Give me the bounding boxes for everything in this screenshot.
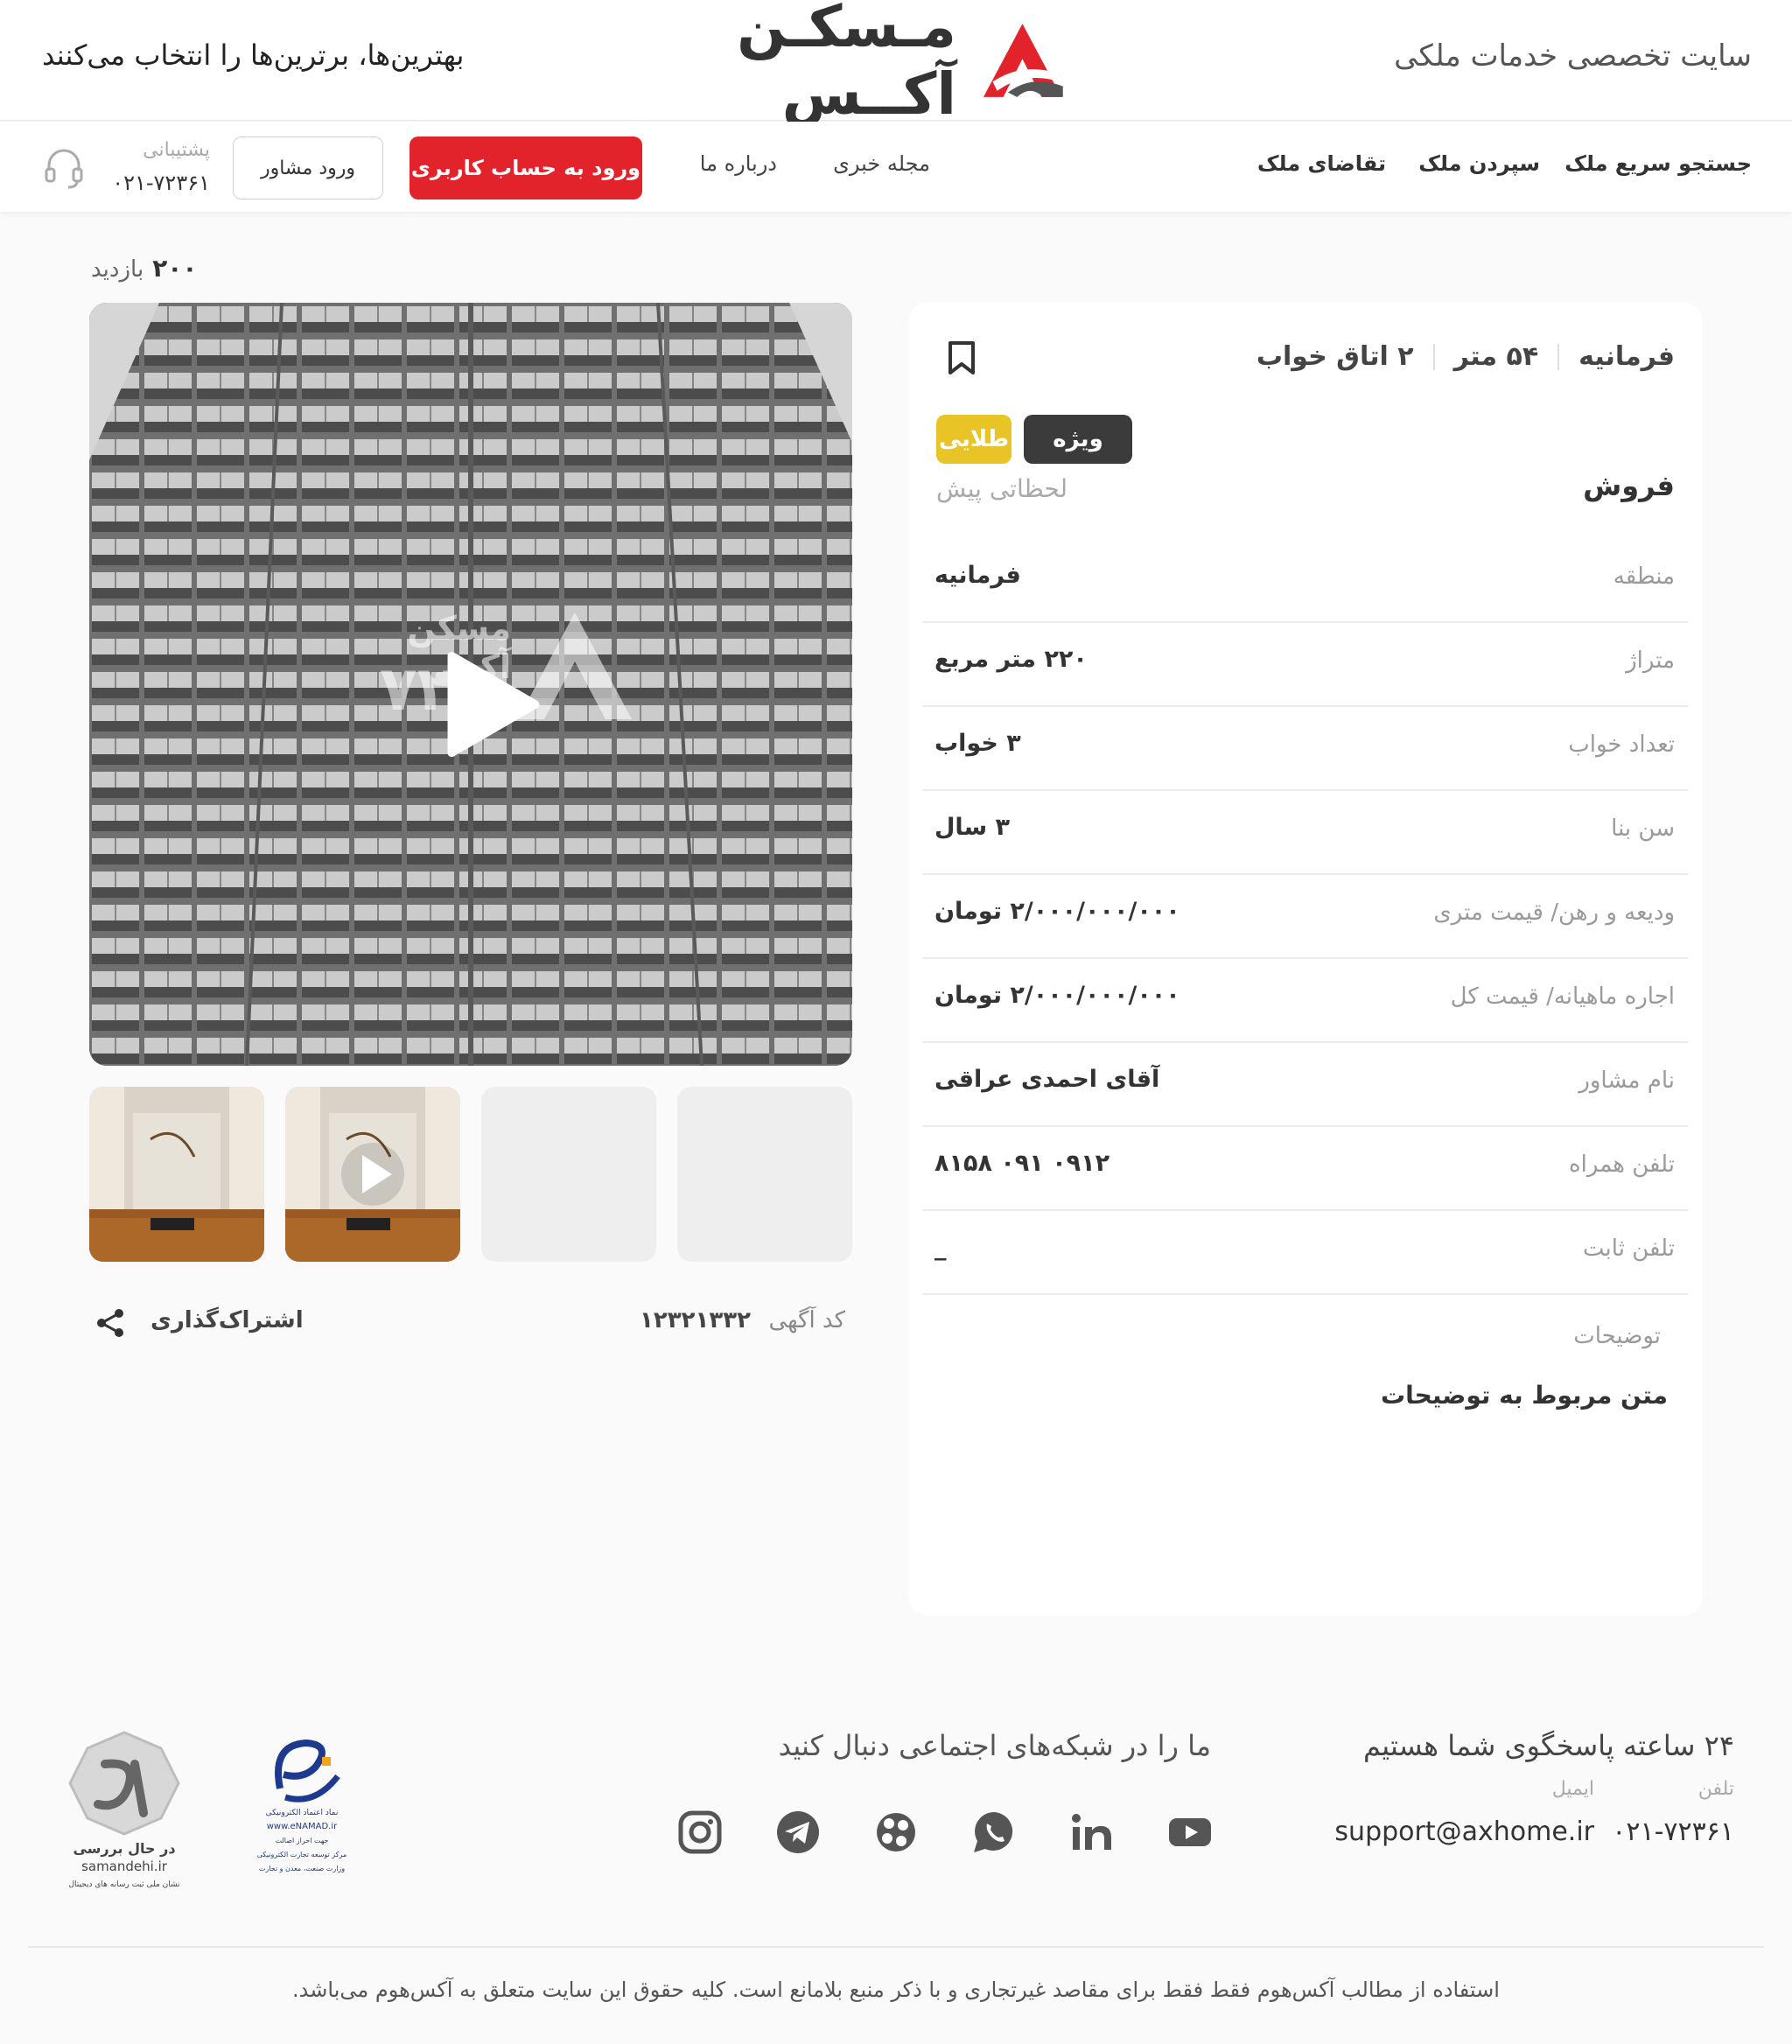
detail-row-rent: اجاره ماهیانه/ قیمت کل ۲/۰۰۰/۰۰۰/۰۰۰ توم… — [922, 959, 1689, 1043]
slogan: بهترین‌ها، برترین‌ها را انتخاب می‌کنند — [42, 38, 465, 72]
detail-row-mobile: تلفن همراه ۰۹۱۲ ۰۹۱ ۸۱۵۸ — [922, 1127, 1689, 1211]
footer-phone[interactable]: ۰۲۱-۷۲۳۶۱ — [1612, 1816, 1734, 1847]
top-header: سایت تخصصی خدمات ملکی مـسکـن آکــس بهتری… — [0, 0, 1792, 128]
detail-value: _ — [934, 1234, 947, 1261]
samandehi-seal-icon[interactable]: در حال بررسی samandehi.ir نشان ملی ثبت ر… — [63, 1729, 186, 1892]
detail-label: تعداد خواب — [1568, 732, 1675, 758]
summary-bedrooms: ۲ اتاق خواب — [1256, 341, 1414, 372]
listing-code-value: ۱۲۳۲۱۳۳۲ — [640, 1307, 751, 1334]
thumbnail-1[interactable] — [89, 1087, 264, 1262]
detail-value: ۲۲۰ متر مربع — [934, 646, 1088, 673]
thumbnail-4-placeholder[interactable] — [677, 1087, 852, 1262]
footer-follow-heading: ما را در شبکه‌های اجتماعی دنبال کنید — [778, 1729, 1211, 1762]
detail-value: ۳ سال — [934, 814, 1011, 841]
linkedin-icon[interactable] — [1068, 1808, 1116, 1857]
main-nav: جستجو سریع ملک سپردن ملک تقاضای ملک مجله… — [0, 122, 1792, 212]
detail-label: منطقه — [1613, 564, 1675, 590]
telegram-icon[interactable] — [774, 1808, 822, 1857]
detail-value[interactable]: ۰۹۱۲ ۰۹۱ ۸۱۵۸ — [934, 1150, 1110, 1177]
property-details-card: فرمانیه ۵۴ متر ۲ اتاق خواب ویژه طلایی فر… — [908, 303, 1703, 1615]
support-phone: ۰۲۱-۷۲۳۶۱ — [112, 171, 210, 195]
room-photo — [285, 1087, 460, 1262]
user-login-button[interactable]: ورود به حساب کاربری — [410, 136, 642, 200]
footer-divider — [28, 1946, 1764, 1948]
badge-gold: طلایی — [936, 415, 1012, 464]
detail-value: ۲/۰۰۰/۰۰۰/۰۰۰ تومان — [934, 898, 1180, 925]
listing-meta-row: کد آگهی ۱۲۳۲۱۳۳۲ اشتراک‌گذاری — [88, 1304, 854, 1344]
detail-label: متراژ — [1626, 648, 1675, 674]
play-icon[interactable] — [446, 648, 541, 761]
share-icon[interactable] — [94, 1307, 126, 1339]
summary-region: فرمانیه — [1578, 341, 1675, 372]
site-tagline: سایت تخصصی خدمات ملکی — [1394, 38, 1752, 74]
description-text: متن مربوط به توضیحات — [1381, 1381, 1668, 1410]
svg-text:نماد اعتماد الکترونیکی: نماد اعتماد الکترونیکی — [266, 1809, 339, 1817]
support-label: پشتیبانی — [143, 139, 210, 161]
main-property-video[interactable]: مسکن آکس ۷۲۳ — [89, 303, 852, 1066]
detail-value: ۲/۰۰۰/۰۰۰/۰۰۰ تومان — [934, 982, 1180, 1009]
headset-icon — [45, 149, 83, 189]
detail-value: آقای احمدی عراقی — [934, 1066, 1160, 1093]
posted-time: لحظاتی پیش — [936, 474, 1068, 503]
detail-label: تلفن ثابت — [1583, 1236, 1675, 1262]
footer-copyright: استفاده از مطالب آکس‌هوم فقط فقط برای مق… — [292, 1978, 1500, 2002]
separator — [1432, 343, 1435, 370]
room-photo — [89, 1087, 264, 1262]
samandehi-status: در حال بررسی — [73, 1840, 175, 1857]
description-label: توضیحات — [1573, 1323, 1661, 1349]
detail-row-deposit: ودیعه و رهن/ قیمت متری ۲/۰۰۰/۰۰۰/۰۰۰ توم… — [922, 875, 1689, 959]
detail-row-advisor: نام مشاور آقای احمدی عراقی — [922, 1043, 1689, 1127]
detail-label: اجاره ماهیانه/ قیمت کل — [1450, 984, 1675, 1010]
deal-type: فروش — [1583, 469, 1675, 502]
enamad-site-text: www.eNAMAD.ir — [267, 1822, 338, 1831]
footer-phone-label: تلفن — [1698, 1778, 1734, 1800]
view-count: ۲۰۰ بازدید — [91, 254, 197, 283]
detail-row-building-age: سن بنا ۳ سال — [922, 791, 1689, 875]
detail-value: ۳ خواب — [934, 730, 1021, 757]
share-button-label[interactable]: اشتراک‌گذاری — [150, 1307, 304, 1334]
instagram-icon[interactable] — [676, 1808, 724, 1857]
property-summary: فرمانیه ۵۴ متر ۲ اتاق خواب — [1256, 341, 1675, 372]
detail-row-landline: تلفن ثابت _ — [922, 1211, 1689, 1295]
nav-news-magazine[interactable]: مجله خبری — [833, 151, 930, 176]
detail-label: تلفن همراه — [1569, 1152, 1675, 1178]
svg-text:مرکز توسعه تجارت الکترونیکی: مرکز توسعه تجارت الکترونیکی — [257, 1851, 346, 1858]
support-contact[interactable]: پشتیبانی ۰۲۱-۷۲۳۶۱ — [44, 137, 210, 199]
view-count-value: ۲۰۰ — [152, 254, 198, 283]
footer-email[interactable]: support@axhome.ir — [1334, 1816, 1594, 1847]
detail-label: نام مشاور — [1578, 1068, 1675, 1094]
aparat-icon[interactable] — [872, 1808, 920, 1857]
brand-logo-link[interactable]: مـسکـن آکــس — [595, 0, 1068, 128]
nav-quick-search[interactable]: جستجو سریع ملک — [1564, 151, 1752, 176]
view-count-label: بازدید — [91, 256, 144, 283]
badge-special: ویژه — [1024, 415, 1132, 464]
separator — [1558, 343, 1560, 370]
thumbnail-2-video[interactable] — [285, 1087, 460, 1262]
advisor-login-button[interactable]: ورود مشاور — [233, 136, 383, 200]
svg-text:نشان ملی ثبت رسانه های دیجیتال: نشان ملی ثبت رسانه های دیجیتال — [68, 1880, 179, 1889]
bookmark-icon[interactable] — [945, 340, 978, 376]
detail-label: ودیعه و رهن/ قیمت متری — [1433, 900, 1675, 926]
nav-property-request[interactable]: تقاضای ملک — [1257, 151, 1386, 176]
footer-availability: ۲۴ ساعته پاسخگوی شما هستیم — [1363, 1729, 1734, 1762]
detail-value: فرمانیه — [934, 562, 1021, 589]
svg-text:وزارت صنعت، معدن و تجارت: وزارت صنعت، معدن و تجارت — [259, 1865, 345, 1872]
samandehi-site: samandehi.ir — [81, 1858, 168, 1874]
brand-logo-icon — [984, 24, 1065, 97]
svg-text:جهت احراز اصالت: جهت احراز اصالت — [276, 1837, 329, 1844]
listing-code-label: کد آگهی — [768, 1307, 845, 1334]
footer-email-label: ایمیل — [1551, 1778, 1594, 1800]
summary-area: ۵۴ متر — [1453, 341, 1539, 372]
detail-row-bedrooms: تعداد خواب ۳ خواب — [922, 707, 1689, 791]
detail-row-region: منطقه فرمانیه — [922, 539, 1689, 623]
whatsapp-icon[interactable] — [970, 1808, 1018, 1857]
thumbnail-3-placeholder[interactable] — [481, 1087, 656, 1262]
detail-label: سن بنا — [1611, 816, 1675, 842]
detail-row-area: متراژ ۲۲۰ متر مربع — [922, 623, 1689, 707]
youtube-icon[interactable] — [1166, 1808, 1214, 1857]
nav-submit-property[interactable]: سپردن ملک — [1418, 151, 1540, 176]
nav-about-us[interactable]: درباره ما — [700, 151, 777, 176]
brand-name: مـسکـن آکــس — [737, 0, 957, 128]
enamad-seal-icon[interactable]: نماد اعتماد الکترونیکی www.eNAMAD.ir جهت… — [254, 1727, 350, 1885]
